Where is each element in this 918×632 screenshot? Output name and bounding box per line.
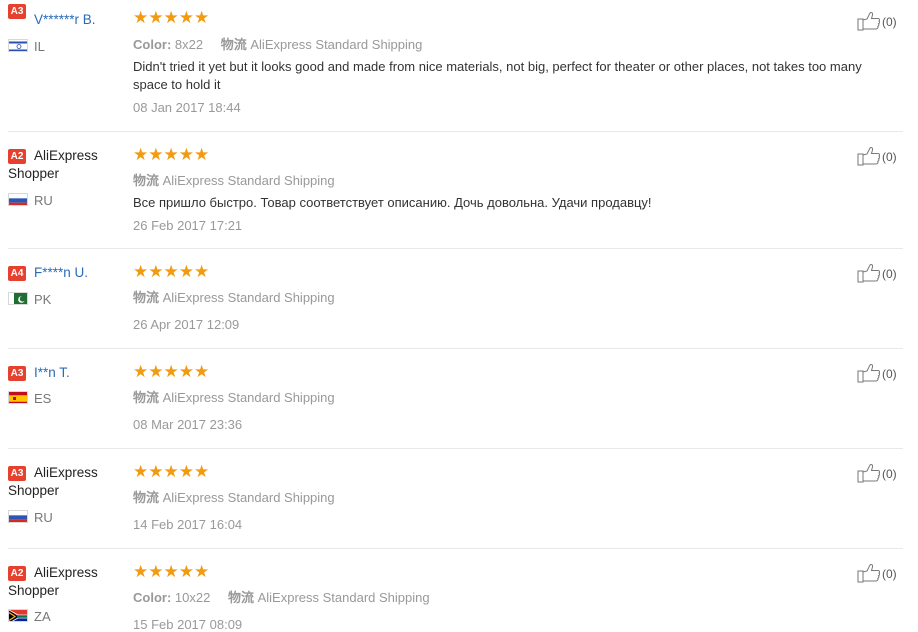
reviewer-name: AliExpress [34, 465, 98, 480]
flag-ru-icon [8, 193, 28, 206]
flag-il-icon [8, 39, 28, 52]
shipping-value: AliExpress Standard Shipping [162, 490, 335, 505]
shipping-value: AliExpress Standard Shipping [162, 173, 335, 188]
reviewer-name-link[interactable]: F****n U. [34, 263, 88, 282]
reviewer-name-line2: Shopper [8, 166, 60, 181]
star-rating: ★★★★★ [133, 562, 210, 582]
helpful-button[interactable]: (0) [857, 263, 903, 283]
flag-pk-icon [8, 292, 28, 305]
review-item: A3 AliExpress Shopper RU ★★★★★ 物流 AliExp… [8, 449, 903, 549]
order-info: 物流 AliExpress Standard Shipping [133, 170, 335, 189]
star-rating: ★★★★★ [133, 262, 210, 282]
star-rating: ★★★★★ [133, 8, 210, 28]
buyer-level-badge: A4 [8, 266, 26, 281]
buyer-level-badge: A3 [8, 466, 26, 481]
color-label: Color: [133, 590, 172, 605]
review-item: A2 AliExpress Shopper ZA ★★★★★ Color: 10… [8, 549, 903, 632]
shipping-value: AliExpress Standard Shipping [257, 590, 430, 605]
star-icon: ★★★★★ [133, 462, 210, 482]
order-info: 物流 AliExpress Standard Shipping [133, 487, 335, 506]
helpful-button[interactable]: (0) [857, 463, 903, 483]
thumbs-up-icon [857, 564, 881, 583]
reviewer-name: AliExpress [34, 565, 98, 580]
star-rating: ★★★★★ [133, 145, 210, 165]
reviewer-country: IL [34, 39, 45, 54]
thumbs-up-icon [857, 12, 881, 31]
review-text: Didn't tried it yet but it looks good an… [133, 59, 862, 92]
thumbs-up-icon [857, 364, 881, 383]
order-info: Color: 10x22 物流 AliExpress Standard Ship… [133, 587, 430, 606]
review-date: 08 Mar 2017 23:36 [133, 417, 243, 432]
review-date: 26 Apr 2017 12:09 [133, 317, 240, 332]
helpful-button[interactable]: (0) [857, 11, 903, 31]
star-icon: ★★★★★ [133, 145, 210, 165]
flag-za-icon [8, 609, 28, 622]
shipping-label: 物流 [220, 37, 247, 52]
helpful-count: (0) [882, 467, 897, 481]
reviewer-country: ES [34, 391, 52, 406]
buyer-level-badge: A3 [8, 366, 26, 381]
buyer-level-badge: A2 [8, 149, 26, 164]
review-text: Все пришло быстро. Товар соответствует о… [133, 195, 652, 210]
star-rating: ★★★★★ [133, 462, 210, 482]
buyer-level-badge: A2 [8, 566, 26, 581]
review-item: A2 AliExpress Shopper RU ★★★★★ 物流 AliExp… [8, 132, 903, 249]
shipping-value: AliExpress Standard Shipping [162, 290, 335, 305]
star-rating: ★★★★★ [133, 362, 210, 382]
reviewer-name-line2: Shopper [8, 483, 60, 498]
order-info: 物流 AliExpress Standard Shipping [133, 287, 335, 306]
star-icon: ★★★★★ [133, 362, 210, 382]
feedback-list: A3 V******r B. IL ★★★★★ Color: 8x22 物流 A… [0, 0, 918, 632]
reviewer-country: ZA [34, 609, 51, 624]
helpful-button[interactable]: (0) [857, 363, 903, 383]
color-value: 10x22 [174, 590, 211, 605]
order-info: 物流 AliExpress Standard Shipping [133, 387, 335, 406]
color-value: 8x22 [174, 37, 204, 52]
reviewer-name-line2: Shopper [8, 583, 60, 598]
star-icon: ★★★★★ [133, 8, 210, 28]
review-item: A3 V******r B. IL ★★★★★ Color: 8x22 物流 A… [8, 0, 903, 132]
helpful-count: (0) [882, 367, 897, 381]
helpful-count: (0) [882, 150, 897, 164]
flag-es-icon [8, 391, 28, 404]
helpful-count: (0) [882, 267, 897, 281]
shipping-label: 物流 [133, 290, 160, 305]
reviewer-name-link[interactable]: V******r B. [34, 10, 96, 29]
reviewer-country: RU [34, 193, 53, 208]
shipping-label: 物流 [133, 390, 160, 405]
thumbs-up-icon [857, 264, 881, 283]
thumbs-up-icon [857, 147, 881, 166]
review-date: 15 Feb 2017 08:09 [133, 617, 243, 632]
reviewer-country: PK [34, 292, 52, 307]
review-date: 08 Jan 2017 18:44 [133, 100, 241, 115]
helpful-count: (0) [882, 567, 897, 581]
helpful-button[interactable]: (0) [857, 146, 903, 166]
review-item: A4 F****n U. PK ★★★★★ 物流 AliExpress Stan… [8, 249, 903, 349]
shipping-label: 物流 [133, 173, 160, 188]
review-date: 14 Feb 2017 16:04 [133, 517, 243, 532]
flag-ru-icon [8, 510, 28, 523]
buyer-level-badge: A3 [8, 4, 26, 19]
thumbs-up-icon [857, 464, 881, 483]
star-icon: ★★★★★ [133, 562, 210, 582]
star-icon: ★★★★★ [133, 262, 210, 282]
shipping-value: AliExpress Standard Shipping [162, 390, 335, 405]
reviewer-country: RU [34, 510, 53, 525]
shipping-label: 物流 [227, 590, 254, 605]
helpful-count: (0) [882, 15, 897, 29]
shipping-value: AliExpress Standard Shipping [250, 37, 423, 52]
shipping-label: 物流 [133, 490, 160, 505]
order-info: Color: 8x22 物流 AliExpress Standard Shipp… [133, 34, 422, 53]
review-date: 26 Feb 2017 17:21 [133, 218, 243, 233]
helpful-button[interactable]: (0) [857, 563, 903, 583]
review-item: A3 I**n T. ES ★★★★★ 物流 AliExpress Standa… [8, 349, 903, 449]
reviewer-name-link[interactable]: I**n T. [34, 363, 70, 382]
reviewer-name: AliExpress [34, 148, 98, 163]
color-label: Color: [133, 37, 172, 52]
